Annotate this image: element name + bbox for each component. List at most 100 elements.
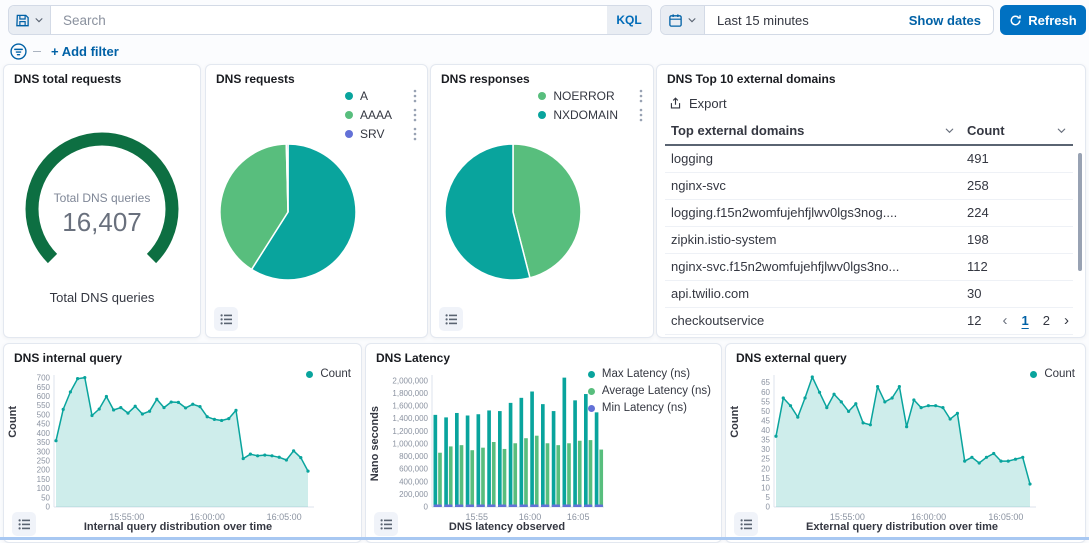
search-bar-group: KQL — [8, 5, 652, 35]
chevron-down-icon — [687, 15, 697, 25]
legend-item[interactable]: Count — [306, 368, 351, 380]
cell-count: 112 — [961, 254, 1073, 281]
legend-label: NXDOMAIN — [553, 108, 618, 122]
svg-text:5: 5 — [766, 493, 771, 502]
legend-dot — [588, 405, 595, 412]
svg-text:25: 25 — [761, 455, 770, 464]
panel-title: DNS total requests — [4, 65, 200, 88]
refresh-button[interactable]: Refresh — [1000, 5, 1086, 35]
gauge-chart: Total DNS queries 16,407 — [7, 104, 197, 269]
panel-dns-responses: DNS responses NOERROR NXDOMAIN — [430, 64, 654, 338]
legend-item-menu-icon[interactable] — [625, 108, 643, 122]
svg-text:45: 45 — [761, 416, 770, 425]
table-row: logging491 — [665, 145, 1073, 173]
panel-title: DNS internal query — [4, 344, 361, 367]
svg-text:1,400,000: 1,400,000 — [392, 414, 428, 423]
export-button[interactable]: Export — [657, 88, 739, 117]
pie-legend: NOERROR NXDOMAIN — [538, 89, 643, 122]
area-chart-internal-query: 0501001502002503003504004505005506006507… — [18, 369, 336, 527]
panel-dns-external-query: DNS external query Count 051015202530354… — [725, 343, 1086, 543]
pie-legend: AAAAASRV — [345, 89, 417, 141]
svg-text:650: 650 — [37, 383, 51, 392]
chart-legend: Count — [1030, 368, 1075, 380]
legend-toggle-button[interactable] — [374, 512, 398, 536]
chevron-down-icon — [34, 15, 44, 25]
sort-chevron-icon — [944, 125, 955, 136]
time-range-value[interactable]: Last 15 minutes — [705, 6, 897, 34]
chart-legend: Max Latency (ns) Average Latency (ns) Min … — [588, 368, 711, 414]
svg-text:600,000: 600,000 — [399, 465, 428, 474]
export-label: Export — [689, 96, 727, 111]
cell-domain: checkoutservice — [665, 308, 961, 335]
svg-text:1,800,000: 1,800,000 — [392, 389, 428, 398]
query-top-bar: KQL Last 15 minutes Show dates Refresh — [0, 0, 1089, 40]
legend-item-menu-icon[interactable] — [399, 127, 417, 141]
next-page-button[interactable]: › — [1064, 312, 1069, 329]
legend-dot — [345, 130, 353, 138]
panel-title: DNS responses — [431, 65, 653, 88]
svg-text:400,000: 400,000 — [399, 477, 428, 486]
legend-item[interactable]: NOERROR — [538, 89, 643, 103]
saved-query-menu-button[interactable] — [9, 6, 51, 34]
panel-dns-total-requests: DNS total requests Total DNS queries 16,… — [3, 64, 201, 338]
svg-text:300: 300 — [37, 447, 51, 456]
svg-text:250: 250 — [37, 456, 51, 465]
cell-count: 198 — [961, 227, 1073, 254]
svg-text:1,000,000: 1,000,000 — [392, 439, 428, 448]
legend-item-menu-icon[interactable] — [625, 89, 643, 103]
legend-item[interactable]: Count — [1030, 368, 1075, 380]
table-scrollbar-thumb[interactable] — [1078, 153, 1082, 271]
bar-chart-dns-latency: 0200,000400,000600,000800,0001,000,0001,… — [378, 369, 618, 527]
kql-language-button[interactable]: KQL — [607, 6, 651, 34]
cell-count: 491 — [961, 145, 1073, 173]
cell-count: 258 — [961, 173, 1073, 200]
page-number-button[interactable]: 1 — [1022, 313, 1029, 328]
legend-dot — [588, 371, 595, 378]
page-number-button[interactable]: 2 — [1043, 313, 1050, 328]
svg-text:500: 500 — [37, 410, 51, 419]
svg-text:0: 0 — [46, 503, 51, 512]
svg-text:200: 200 — [37, 466, 51, 475]
panel-dns-internal-query: DNS internal query Count 050100150200250… — [3, 343, 362, 543]
time-picker: Last 15 minutes Show dates — [660, 5, 994, 35]
panel-dns-top-external-domains: DNS Top 10 external domains Export Top e… — [656, 64, 1086, 338]
svg-text:60: 60 — [761, 388, 770, 397]
cell-domain: nginx-svc.f15n2womfujehfjlwv0lgs3no... — [665, 254, 961, 281]
x-axis-title: External query distribution over time — [742, 521, 1062, 533]
panel-dns-requests: DNS requests AAAAASRV — [205, 64, 428, 338]
previous-page-button[interactable]: ‹ — [1003, 312, 1008, 329]
legend-dot — [538, 92, 546, 100]
pie-chart-dns-requests — [216, 136, 366, 288]
svg-text:100: 100 — [37, 484, 51, 493]
legend-item[interactable]: NXDOMAIN — [538, 108, 643, 122]
legend-toggle-button[interactable] — [439, 307, 463, 331]
legend-item[interactable]: Max Latency (ns) — [588, 368, 711, 380]
cell-domain: api.twilio.com — [665, 281, 961, 308]
legend-label: AAAA — [360, 108, 392, 122]
legend-item[interactable]: Min Latency (ns) — [588, 402, 711, 414]
filter-icon[interactable] — [10, 43, 27, 60]
svg-text:700: 700 — [37, 374, 51, 383]
legend-toggle-button[interactable] — [734, 512, 758, 536]
panel-title: DNS Top 10 external domains — [657, 65, 1085, 88]
legend-item-menu-icon[interactable] — [399, 108, 417, 122]
legend-item[interactable]: SRV — [345, 127, 417, 141]
svg-text:50: 50 — [41, 493, 50, 502]
legend-toggle-button[interactable] — [214, 307, 238, 331]
search-input[interactable] — [51, 6, 607, 34]
table-row: api.twilio.com30 — [665, 281, 1073, 308]
panel-title: DNS external query — [726, 344, 1085, 367]
panel-title: DNS requests — [206, 65, 427, 88]
time-picker-calendar-button[interactable] — [661, 6, 705, 34]
legend-item-menu-icon[interactable] — [399, 89, 417, 103]
sort-chevron-icon — [1056, 125, 1067, 136]
legend-item[interactable]: Average Latency (ns) — [588, 385, 711, 397]
legend-item[interactable]: AAAA — [345, 108, 417, 122]
column-header-count[interactable]: Count — [961, 117, 1073, 145]
show-dates-button[interactable]: Show dates — [897, 6, 993, 34]
legend-toggle-button[interactable] — [12, 512, 36, 536]
calendar-icon — [668, 13, 683, 28]
column-header-domains[interactable]: Top external domains — [665, 117, 961, 145]
add-filter-button[interactable]: + Add filter — [51, 44, 119, 59]
legend-item[interactable]: A — [345, 89, 417, 103]
